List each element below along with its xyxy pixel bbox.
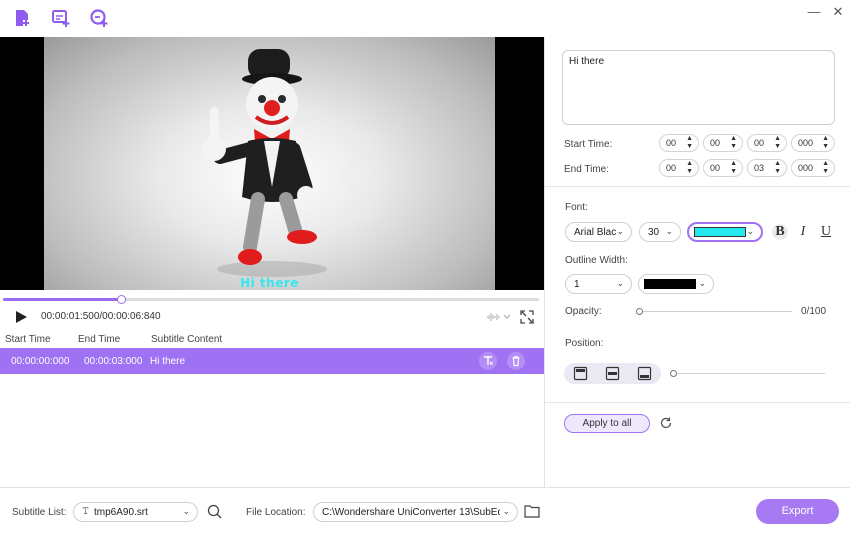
chevron-down-icon: ⌄ (698, 278, 706, 288)
position-label: Position: (565, 338, 604, 349)
position-middle-button[interactable] (605, 366, 620, 381)
chevron-down-icon: ⌄ (502, 506, 510, 516)
header-subtitle-content: Subtitle Content (151, 334, 223, 345)
font-size-select[interactable]: 30 ⌄ (639, 222, 681, 242)
start-seconds-stepper[interactable]: 00 ▲ ▼ (747, 134, 787, 152)
export-button[interactable]: Export (756, 499, 839, 524)
header-start-time: Start Time (5, 334, 51, 345)
audio-waveform-dropdown[interactable] (486, 311, 512, 323)
add-subtitle-icon[interactable] (51, 8, 71, 28)
position-top-button[interactable] (573, 366, 588, 381)
opacity-value: 0/100 (801, 306, 827, 317)
end-minutes-stepper[interactable]: 00 ▲ ▼ (703, 159, 743, 177)
video-frame: Hi there (44, 37, 495, 290)
subtitle-text-input[interactable]: Hi there (562, 50, 835, 125)
position-button-group (564, 363, 661, 384)
opacity-slider-handle[interactable] (636, 308, 643, 315)
progress-fill (3, 298, 121, 301)
font-color-swatch (694, 227, 746, 237)
minimize-button[interactable]: — (806, 4, 822, 20)
row-start-time: 00:00:00:000 (11, 356, 70, 367)
delete-row-button[interactable] (507, 352, 525, 370)
play-icon (16, 311, 27, 323)
outline-color-select[interactable]: ⌄ (638, 274, 714, 294)
waveform-icon (487, 313, 511, 321)
end-hours-stepper[interactable]: 00 ▲ ▼ (659, 159, 699, 177)
outline-width-select[interactable]: 1 ⌄ (565, 274, 632, 294)
end-milliseconds-stepper[interactable]: 000 ▲ ▼ (791, 159, 835, 177)
text-style-button[interactable] (479, 352, 497, 370)
align-top-icon (573, 366, 588, 381)
section-divider (545, 402, 850, 403)
font-label: Font: (565, 202, 588, 213)
opacity-slider[interactable] (640, 311, 792, 312)
progress-track[interactable] (3, 295, 539, 304)
underline-button[interactable]: U (818, 224, 834, 240)
fullscreen-icon (520, 310, 534, 324)
header-end-time: End Time (78, 334, 121, 345)
start-time-label: Start Time: (564, 139, 613, 150)
video-preview: Hi there (0, 37, 544, 290)
close-button[interactable]: ✕ (830, 4, 846, 20)
chevron-down-icon: ⌄ (182, 506, 190, 516)
open-folder-button[interactable] (524, 504, 540, 518)
reset-button[interactable] (659, 416, 673, 430)
create-subtitle-icon[interactable] (89, 8, 109, 28)
subtitle-overlay: Hi there (240, 276, 299, 290)
text-style-icon (484, 356, 493, 365)
position-slider-handle[interactable] (670, 370, 677, 377)
align-middle-icon (605, 366, 620, 381)
chevron-down-icon: ⌄ (616, 226, 624, 236)
outline-width-label: Outline Width: (565, 255, 628, 266)
file-location-select[interactable]: C:\Wondershare UniConverter 13\SubEd ⌄ (313, 502, 518, 522)
trash-icon (512, 356, 520, 367)
end-seconds-stepper[interactable]: 03 ▲ ▼ (747, 159, 787, 177)
search-button[interactable] (207, 504, 222, 519)
align-bottom-icon (637, 366, 652, 381)
search-icon (207, 504, 222, 519)
bold-button[interactable]: B (772, 224, 788, 240)
progress-handle[interactable] (116, 295, 126, 304)
apply-to-all-button[interactable]: Apply to all (564, 414, 650, 433)
position-bottom-button[interactable] (637, 366, 652, 381)
opacity-label: Opacity: (565, 306, 602, 317)
chevron-down-icon: ⌄ (746, 226, 754, 236)
row-end-time: 00:00:03:000 (84, 356, 143, 367)
table-row[interactable]: 00:00:00:000 00:00:03:000 Hi there (0, 348, 544, 374)
bottom-divider (0, 487, 850, 488)
section-divider (545, 186, 850, 187)
start-minutes-stepper[interactable]: 00 ▲ ▼ (703, 134, 743, 152)
add-file-icon[interactable] (13, 8, 33, 28)
refresh-icon (660, 417, 672, 429)
font-color-select[interactable]: ⌄ (687, 222, 763, 242)
row-content: Hi there (150, 356, 186, 367)
panel-divider (544, 37, 545, 487)
chevron-down-icon: ⌄ (616, 278, 624, 288)
subtitle-list-select[interactable]: 𝚃 tmp6A90.srt ⌄ (73, 502, 198, 522)
time-readout: 00:00:01:500/00:00:06:840 (41, 311, 161, 322)
start-milliseconds-stepper[interactable]: 000 ▲ ▼ (791, 134, 835, 152)
folder-icon (524, 505, 540, 518)
end-time-label: End Time: (564, 164, 610, 175)
position-slider[interactable] (674, 373, 825, 374)
italic-button[interactable]: I (795, 224, 811, 240)
start-hours-stepper[interactable]: 00 ▲ ▼ (659, 134, 699, 152)
fullscreen-button[interactable] (520, 310, 534, 324)
clown-figure-image (202, 49, 327, 277)
subtitle-file-icon: 𝚃 (82, 506, 90, 517)
file-location-label: File Location: (246, 507, 306, 518)
chevron-down-icon: ⌄ (665, 226, 673, 236)
outline-color-swatch (644, 279, 696, 289)
font-family-select[interactable]: Arial Blac ⌄ (565, 222, 632, 242)
subtitle-list-label: Subtitle List: (12, 507, 67, 518)
play-button[interactable] (14, 310, 28, 324)
